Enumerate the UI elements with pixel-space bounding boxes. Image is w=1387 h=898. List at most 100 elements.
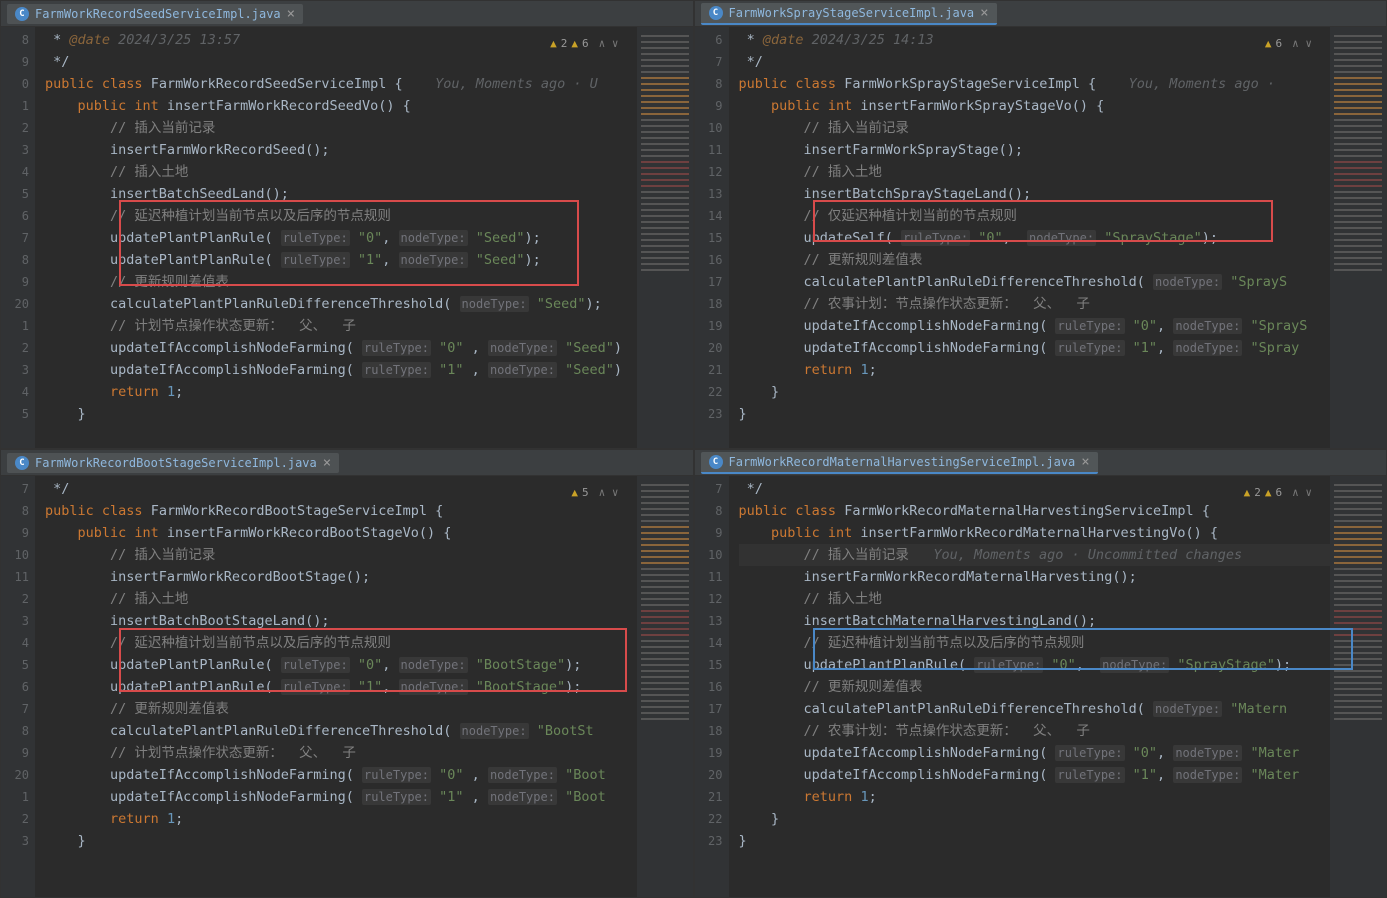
code-line[interactable]: // 计划节点操作状态更新： 父、 子 [45,315,693,337]
code-line[interactable]: insertBatchSprayStageLand(); [739,183,1387,205]
code-line[interactable]: insertBatchMaternalHarvestingLand(); [739,610,1387,632]
code-line[interactable]: insertBatchBootStageLand(); [45,610,693,632]
code-line[interactable]: updateIfAccomplishNodeFarming( ruleType:… [739,742,1387,764]
code-line[interactable]: // 插入土地 [45,588,693,610]
code-editor[interactable]: 78910112345678920123 */public class Farm… [1,476,693,897]
nav-arrows[interactable]: ∧ ∨ [1292,33,1312,55]
code-area[interactable]: */public class FarmWorkRecordBootStageSe… [35,476,693,897]
code-line[interactable]: public int insertFarmWorkRecordBootStage… [45,522,693,544]
minimap[interactable] [1330,476,1386,897]
nav-arrows[interactable]: ∧ ∨ [599,482,619,504]
code-line[interactable]: insertFarmWorkRecordSeed(); [45,139,693,161]
code-line[interactable]: // 更新规则差值表 [739,249,1387,271]
inspection-widget[interactable]: ▲5∧ ∨ [567,480,622,506]
code-line[interactable]: return 1; [45,381,693,403]
warning-count: 2 [561,33,568,55]
nav-arrows[interactable]: ∧ ∨ [599,33,619,55]
code-line[interactable]: // 插入当前记录 [45,117,693,139]
file-tab[interactable]: C FarmWorkRecordSeedServiceImpl.java × [7,4,303,24]
warning-icon: ▲ [571,33,578,55]
code-line[interactable]: calculatePlantPlanRuleDifferenceThreshol… [45,720,693,742]
code-line[interactable]: } [739,830,1387,852]
code-line[interactable]: calculatePlantPlanRuleDifferenceThreshol… [739,271,1387,293]
inspection-widget[interactable]: ▲2▲6∧ ∨ [1240,480,1316,506]
file-tab[interactable]: C FarmWorkRecordBootStageServiceImpl.jav… [7,453,339,473]
code-line[interactable]: insertFarmWorkRecordMaternalHarvesting()… [739,566,1387,588]
code-line[interactable]: } [739,403,1387,425]
code-line[interactable]: updateIfAccomplishNodeFarming( ruleType:… [45,337,693,359]
code-line[interactable]: // 更新规则差值表 [739,676,1387,698]
code-line[interactable]: // 延迟种植计划当前节点以及后序的节点规则 [45,632,693,654]
warning-count: 5 [582,482,589,504]
code-line[interactable]: // 插入土地 [45,161,693,183]
code-editor[interactable]: 67891011121314151617181920212223 * @date… [695,27,1387,448]
code-line[interactable]: calculatePlantPlanRuleDifferenceThreshol… [739,698,1387,720]
code-line[interactable]: updateIfAccomplishNodeFarming( ruleType:… [45,764,693,786]
code-line[interactable]: insertFarmWorkSprayStage(); [739,139,1387,161]
code-line[interactable]: // 插入当前记录 You, Moments ago · Uncommitted… [739,544,1387,566]
code-line[interactable]: return 1; [739,786,1387,808]
code-line[interactable]: insertBatchSeedLand(); [45,183,693,205]
inspection-widget[interactable]: ▲2▲6∧ ∨ [546,31,622,57]
code-line[interactable]: updatePlantPlanRule( ruleType: "0", node… [45,227,693,249]
code-line[interactable]: updateIfAccomplishNodeFarming( ruleType:… [739,337,1387,359]
code-line[interactable]: insertFarmWorkRecordBootStage(); [45,566,693,588]
code-line[interactable]: } [45,403,693,425]
tab-filename: FarmWorkRecordSeedServiceImpl.java [35,7,281,21]
code-line[interactable]: public int insertFarmWorkRecordMaternalH… [739,522,1387,544]
code-line[interactable]: // 延迟种植计划当前节点以及后序的节点规则 [739,632,1387,654]
code-line[interactable]: updatePlantPlanRule( ruleType: "1", node… [45,249,693,271]
code-line[interactable]: } [739,808,1387,830]
code-line[interactable]: calculatePlantPlanRuleDifferenceThreshol… [45,293,693,315]
close-icon[interactable]: × [287,7,295,21]
close-icon[interactable]: × [1081,455,1089,469]
inspection-widget[interactable]: ▲6∧ ∨ [1261,31,1316,57]
code-line[interactable]: updatePlantPlanRule( ruleType: "1", node… [45,676,693,698]
code-line[interactable]: // 延迟种植计划当前节点以及后序的节点规则 [45,205,693,227]
close-icon[interactable]: × [980,6,988,20]
editor-pane-top-right: C FarmWorkSprayStageServiceImpl.java × 6… [694,0,1387,449]
code-area[interactable]: * @date 2024/3/25 13:57 */public class F… [35,27,693,448]
code-line[interactable]: } [739,381,1387,403]
code-line[interactable]: updateIfAccomplishNodeFarming( ruleType:… [45,786,693,808]
close-icon[interactable]: × [323,456,331,470]
code-line[interactable]: public class FarmWorkRecordSeedServiceIm… [45,73,693,95]
code-line[interactable]: // 插入当前记录 [45,544,693,566]
warning-count: 6 [1276,482,1283,504]
code-line[interactable]: // 仅延迟种植计划当前的节点规则 [739,205,1387,227]
warning-icon: ▲ [1265,482,1272,504]
minimap[interactable] [1330,27,1386,448]
code-line[interactable]: return 1; [45,808,693,830]
nav-arrows[interactable]: ∧ ∨ [1292,482,1312,504]
code-line[interactable]: updatePlantPlanRule( ruleType: "0", node… [739,654,1387,676]
code-line[interactable]: updatePlantPlanRule( ruleType: "0", node… [45,654,693,676]
file-tab[interactable]: C FarmWorkSprayStageServiceImpl.java × [701,3,997,25]
file-tab[interactable]: C FarmWorkRecordMaternalHarvestingServic… [701,452,1098,474]
code-line[interactable]: // 农事计划：节点操作状态更新： 父、 子 [739,720,1387,742]
code-area[interactable]: */public class FarmWorkRecordMaternalHar… [729,476,1387,897]
code-line[interactable]: // 农事计划：节点操作状态更新： 父、 子 [739,293,1387,315]
minimap[interactable] [637,27,693,448]
editor-pane-top-left: C FarmWorkRecordSeedServiceImpl.java × 8… [0,0,694,449]
code-line[interactable]: // 插入土地 [739,161,1387,183]
code-line[interactable]: updateIfAccomplishNodeFarming( ruleType:… [739,764,1387,786]
code-line[interactable]: updateIfAccomplishNodeFarming( ruleType:… [739,315,1387,337]
code-line[interactable]: // 计划节点操作状态更新： 父、 子 [45,742,693,764]
line-gutter: 78910112345678920123 [1,476,35,897]
code-line[interactable]: } [45,830,693,852]
code-line[interactable]: public int insertFarmWorkRecordSeedVo() … [45,95,693,117]
code-line[interactable]: updateIfAccomplishNodeFarming( ruleType:… [45,359,693,381]
code-line[interactable]: // 插入当前记录 [739,117,1387,139]
code-line[interactable]: return 1; [739,359,1387,381]
minimap[interactable] [637,476,693,897]
code-editor[interactable]: 7891011121314151617181920212223 */public… [695,476,1387,897]
code-line[interactable]: public class FarmWorkSprayStageServiceIm… [739,73,1387,95]
code-line[interactable]: // 插入土地 [739,588,1387,610]
code-line[interactable]: // 更新规则差值表 [45,698,693,720]
code-line[interactable]: public int insertFarmWorkSprayStageVo() … [739,95,1387,117]
code-editor[interactable]: 8901234567892012345 * @date 2024/3/25 13… [1,27,693,448]
code-line[interactable]: updateSelf( ruleType: "0", nodeType: "Sp… [739,227,1387,249]
warning-count: 6 [1276,33,1283,55]
code-area[interactable]: * @date 2024/3/25 14:13 */public class F… [729,27,1387,448]
code-line[interactable]: // 更新规则差值表 [45,271,693,293]
